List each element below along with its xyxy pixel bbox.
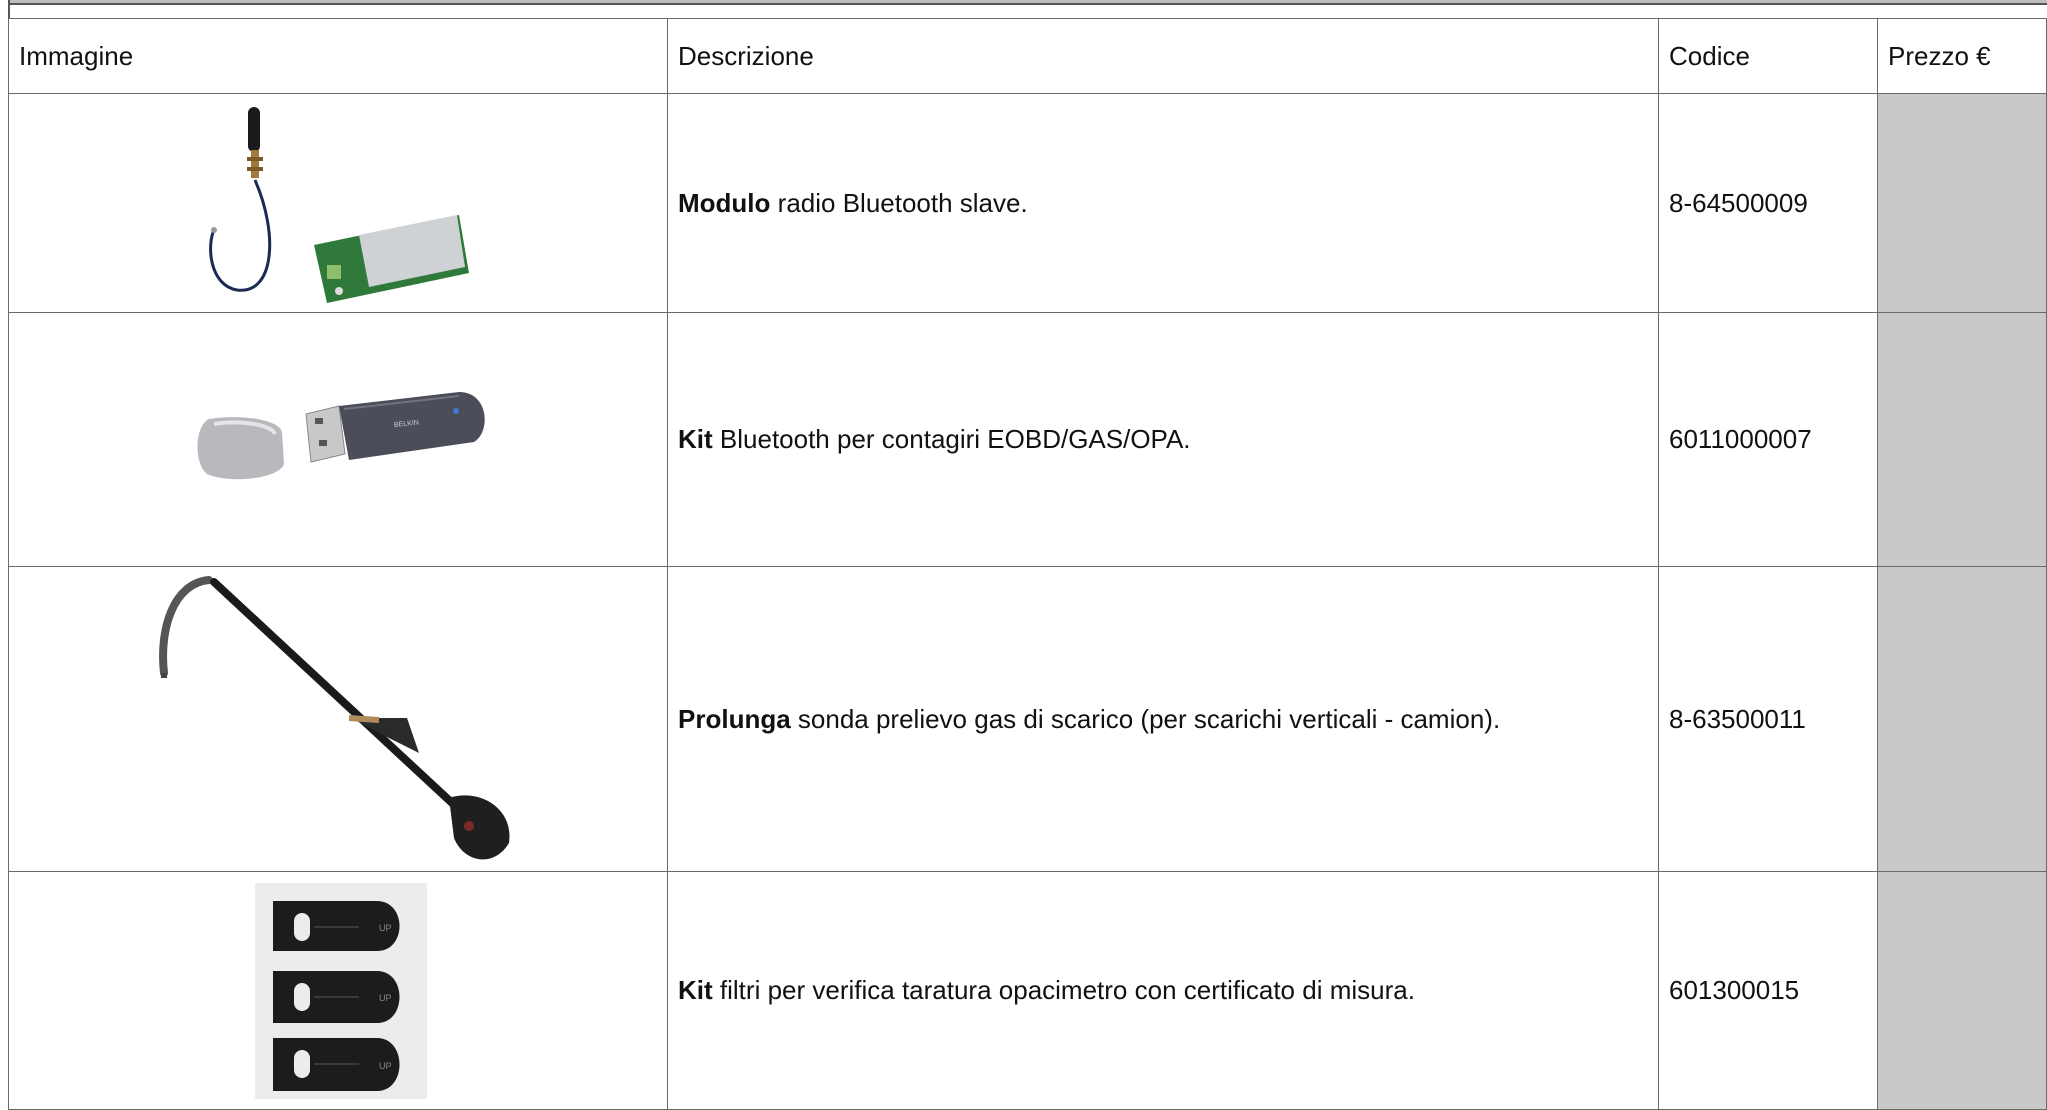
description-cell: Kit filtri per verifica taratura opacimet… [667, 871, 1659, 1110]
description-text: filtri per verifica taratura opacimetro … [719, 975, 1415, 1005]
product-table: Immagine Descrizione Codice Prezzo € Mod… [8, 18, 2047, 1110]
description-keyword: Kit [678, 975, 713, 1005]
price-cell[interactable] [1877, 871, 2047, 1110]
code-cell: 6011000007 [1658, 312, 1878, 567]
description-keyword: Kit [678, 424, 713, 454]
header-description: Descrizione [667, 18, 1659, 94]
description-keyword: Prolunga [678, 703, 791, 734]
table-row: BELKIN Kit Bluetooth per contagiri EOBD/G… [8, 312, 2047, 567]
table-header-row: Immagine Descrizione Codice Prezzo € [8, 18, 2047, 94]
table-row: Modulo radio Bluetooth slave. 8-64500009 [8, 93, 2047, 313]
product-image-cell [8, 566, 668, 872]
price-cell[interactable] [1877, 93, 2047, 313]
probe-extension-icon [159, 575, 510, 859]
code-cell: 8-64500009 [1658, 93, 1878, 313]
filter-kit-icon: UP UP UP [255, 882, 427, 1099]
description-text: radio Bluetooth slave. [777, 187, 1028, 218]
price-cell[interactable] [1877, 312, 2047, 567]
header-price: Prezzo € [1877, 18, 2047, 94]
header-code: Codice [1658, 18, 1878, 94]
description-keyword: Modulo [678, 187, 771, 218]
top-rule-dark [8, 3, 2047, 5]
filter-mark: UP [379, 923, 392, 933]
description-cell: Prolunga sonda prelievo gas di scarico (p… [667, 566, 1659, 872]
header-image: Immagine [8, 18, 668, 94]
code-cell: 601300015 [1658, 871, 1878, 1110]
description-cell: Kit Bluetooth per contagiri EOBD/GAS/OPA. [667, 312, 1659, 567]
product-image-cell: BELKIN [8, 312, 668, 567]
bluetooth-module-icon [209, 106, 469, 303]
price-cell[interactable] [1877, 566, 2047, 872]
filter-mark: UP [379, 1061, 392, 1071]
description-text: sonda prelievo gas di scarico (per scari… [797, 703, 1501, 734]
left-rule [8, 0, 10, 18]
table-row: UP UP UP Kit filtri per verifica taratura… [8, 871, 2047, 1110]
table-row: Prolunga sonda prelievo gas di scarico (p… [8, 566, 2047, 872]
description-cell: Modulo radio Bluetooth slave. [667, 93, 1659, 313]
description-text: Bluetooth per contagiri EOBD/GAS/OPA. [719, 424, 1191, 454]
usb-dongle-icon: BELKIN [197, 391, 485, 479]
product-image-cell: UP UP UP [8, 871, 668, 1110]
product-image-cell [8, 93, 668, 313]
filter-mark: UP [379, 993, 392, 1003]
code-cell: 8-63500011 [1658, 566, 1878, 872]
